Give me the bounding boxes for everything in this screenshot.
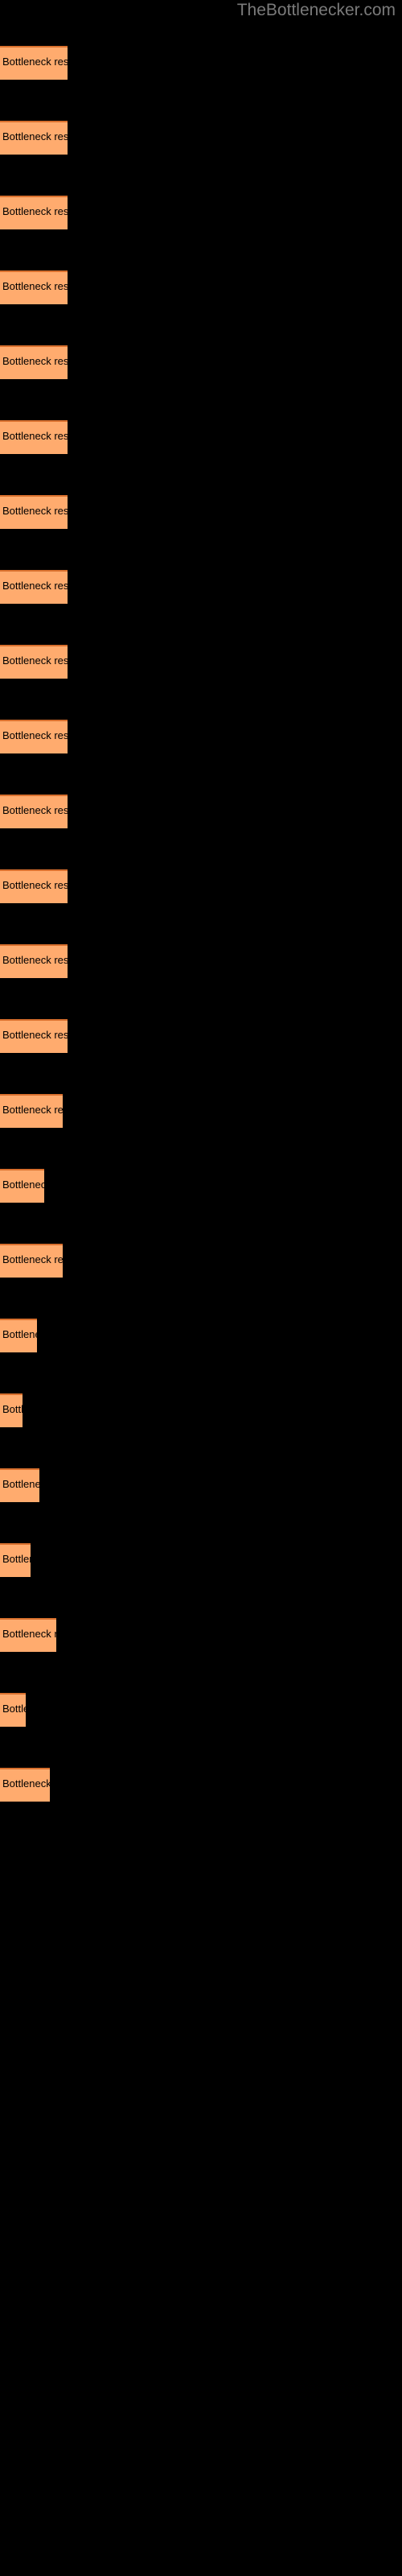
bar-label: Bottleneck result — [2, 1029, 68, 1041]
bar-row: Bottleneck result — [0, 121, 402, 155]
bar-label: Bottleneck result — [2, 130, 68, 142]
bar-label: Bottleneck result — [2, 205, 68, 217]
bottleneck-result-bar[interactable]: Bottleneck result — [0, 1244, 63, 1278]
bar-label: Bottleneck result — [2, 1253, 63, 1265]
bottleneck-result-bar[interactable]: Bottleneck result — [0, 196, 68, 229]
bar-label: Bottleneck result — [2, 430, 68, 442]
bottleneck-result-bar[interactable]: Bottleneck result — [0, 345, 68, 379]
bar-row: Bottleneck result — [0, 495, 402, 529]
bottleneck-result-bar[interactable]: Bottleneck result — [0, 1019, 68, 1053]
bottleneck-result-bar[interactable]: Bottleneck result — [0, 1543, 31, 1577]
bottleneck-result-bar[interactable]: Bottleneck result — [0, 645, 68, 679]
bar-row: Bottleneck result — [0, 570, 402, 604]
bottleneck-result-bar[interactable]: Bottleneck result — [0, 270, 68, 304]
bar-label: Bottleneck result — [2, 804, 68, 816]
bar-row: Bottleneck result — [0, 1169, 402, 1203]
bar-row: Bottleneck result — [0, 345, 402, 379]
bar-row: Bottleneck result — [0, 46, 402, 80]
bar-label: Bottleneck result — [2, 1553, 31, 1565]
bar-row: Bottleneck result — [0, 869, 402, 903]
bar-label: Bottleneck result — [2, 1403, 23, 1415]
bar-row: Bottleneck result — [0, 1543, 402, 1577]
bottleneck-result-bar[interactable]: Bottleneck result — [0, 720, 68, 753]
bottleneck-result-bar[interactable]: Bottleneck result — [0, 1094, 63, 1128]
bar-row: Bottleneck result — [0, 1019, 402, 1053]
bottleneck-result-bar[interactable]: Bottleneck result — [0, 1693, 26, 1727]
bar-label: Bottleneck result — [2, 729, 68, 741]
bottleneck-result-bar[interactable]: Bottleneck result — [0, 869, 68, 903]
bottleneck-result-bar[interactable]: Bottleneck result — [0, 420, 68, 454]
bottleneck-result-bar[interactable]: Bottleneck result — [0, 1768, 50, 1802]
bar-label: Bottleneck result — [2, 505, 68, 517]
bar-label: Bottleneck result — [2, 1703, 26, 1715]
bar-label: Bottleneck result — [2, 1628, 56, 1640]
bar-label: Bottleneck result — [2, 654, 68, 667]
bottleneck-result-bar[interactable]: Bottleneck result — [0, 121, 68, 155]
bar-label: Bottleneck result — [2, 954, 68, 966]
bottleneck-results-bar-chart: Bottleneck result Bottleneck result Bottle… — [0, 0, 402, 2576]
bar-label: Bottleneck result — [2, 879, 68, 891]
bottleneck-result-bar[interactable]: Bottleneck result — [0, 795, 68, 828]
bar-label: Bottleneck result — [2, 1777, 50, 1790]
bar-row: Bottleneck result — [0, 1768, 402, 1802]
bar-label: Bottleneck result — [2, 355, 68, 367]
bottleneck-result-bar[interactable]: Bottleneck result — [0, 570, 68, 604]
bar-label: Bottleneck result — [2, 56, 68, 68]
bar-row: Bottleneck result — [0, 1618, 402, 1652]
bar-label: Bottleneck result — [2, 1179, 44, 1191]
bar-row: Bottleneck result — [0, 420, 402, 454]
bar-row: Bottleneck result — [0, 1693, 402, 1727]
bar-row: Bottleneck result — [0, 944, 402, 978]
bar-row: Bottleneck result — [0, 645, 402, 679]
bar-row: Bottleneck result — [0, 196, 402, 229]
bottleneck-result-bar[interactable]: Bottleneck result — [0, 46, 68, 80]
bar-row: Bottleneck result — [0, 1244, 402, 1278]
bar-label: Bottleneck result — [2, 280, 68, 292]
bottleneck-result-bar[interactable]: Bottleneck result — [0, 1468, 39, 1502]
bar-label: Bottleneck result — [2, 1478, 39, 1490]
bottleneck-result-bar[interactable]: Bottleneck result — [0, 1393, 23, 1427]
bar-row: Bottleneck result — [0, 720, 402, 753]
bottleneck-result-bar[interactable]: Bottleneck result — [0, 495, 68, 529]
bar-row: Bottleneck result — [0, 1094, 402, 1128]
bar-label: Bottleneck result — [2, 1104, 63, 1116]
bar-row: Bottleneck result — [0, 795, 402, 828]
bar-row: Bottleneck result — [0, 270, 402, 304]
bottleneck-result-bar[interactable]: Bottleneck result — [0, 1169, 44, 1203]
bottleneck-result-bar[interactable]: Bottleneck result — [0, 1618, 56, 1652]
bar-row: Bottleneck result — [0, 1393, 402, 1427]
bottleneck-result-bar[interactable]: Bottleneck result — [0, 1319, 37, 1352]
bar-row: Bottleneck result — [0, 1468, 402, 1502]
bar-label: Bottleneck result — [2, 580, 68, 592]
bottleneck-result-bar[interactable]: Bottleneck result — [0, 944, 68, 978]
bar-row: Bottleneck result — [0, 1319, 402, 1352]
bar-label: Bottleneck result — [2, 1328, 37, 1340]
